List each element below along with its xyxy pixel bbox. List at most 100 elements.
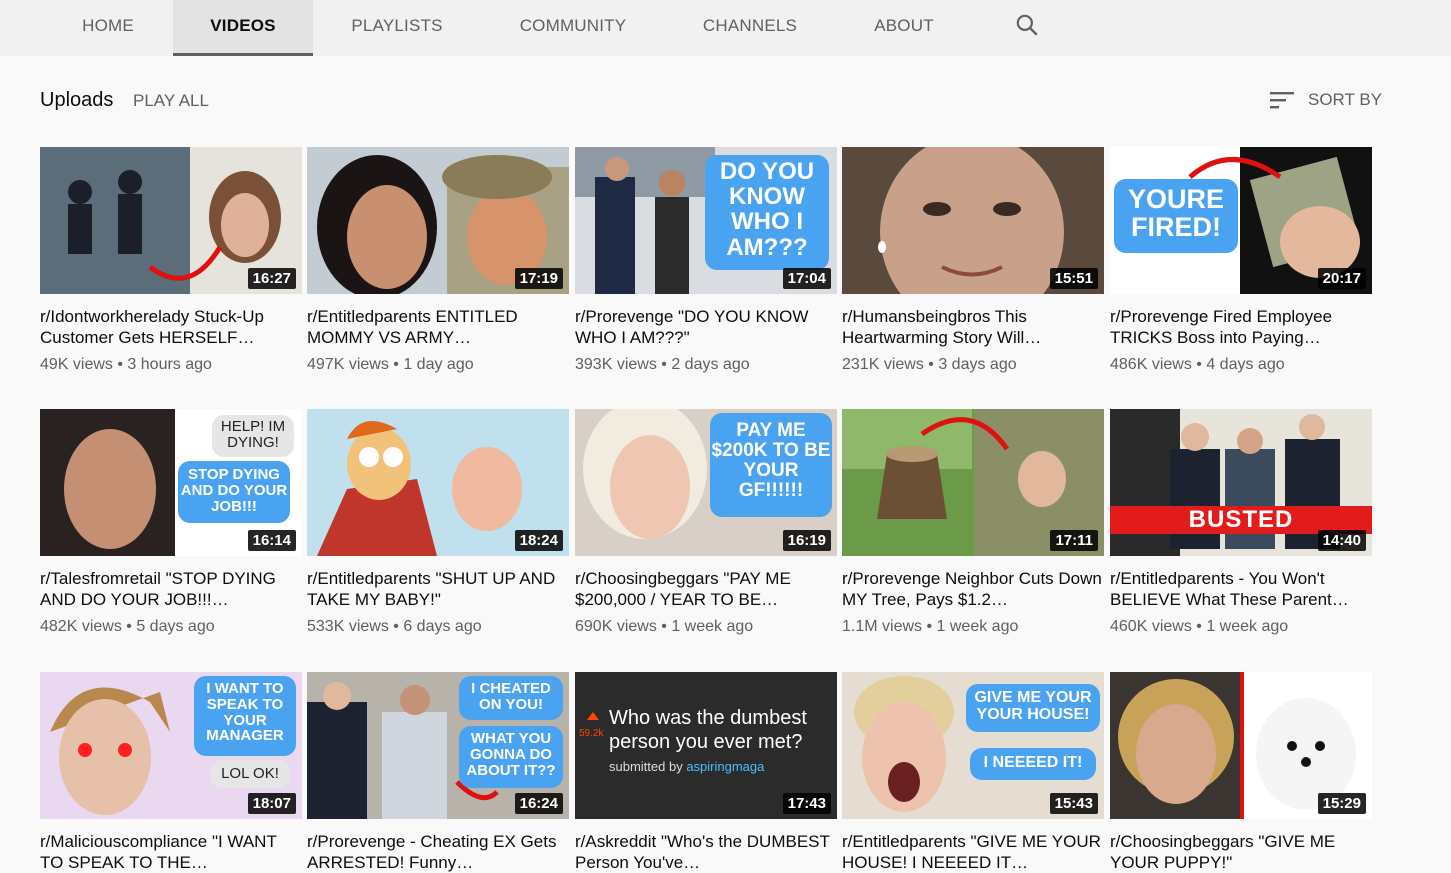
upload-age: 1 week ago xyxy=(1206,618,1289,635)
video-title[interactable]: r/Idontworkherelady Stuck-Up Customer Ge… xyxy=(40,306,302,348)
view-count: 49K views xyxy=(40,356,113,373)
video-title[interactable]: r/Entitledparents "GIVE ME YOUR HOUSE! I… xyxy=(842,831,1104,873)
video-card: 18:24 r/Entitledparents "SHUT UP AND TAK… xyxy=(307,409,569,636)
video-thumbnail[interactable]: 15:29 xyxy=(1110,672,1372,819)
video-thumbnail[interactable]: 59.2k Who was the dumbest person you eve… xyxy=(575,672,837,819)
speech-bubble: WHAT YOU GONNA DO ABOUT IT?? xyxy=(459,726,563,788)
video-title[interactable]: r/Entitledparents "SHUT UP AND TAKE MY B… xyxy=(307,568,569,610)
speech-bubble: I NEEEED IT! xyxy=(970,748,1096,780)
speech-bubble: GIVE ME YOUR YOUR HOUSE! xyxy=(966,684,1100,732)
video-thumbnail[interactable]: 15:51 xyxy=(842,147,1104,294)
upload-age: 3 days ago xyxy=(938,356,1017,373)
video-card: GIVE ME YOUR YOUR HOUSE! I NEEEED IT! 15… xyxy=(842,672,1104,873)
tab-videos[interactable]: VIDEOS xyxy=(173,0,313,56)
uploads-title: Uploads xyxy=(40,89,114,111)
speech-bubble: YOURE FIRED! xyxy=(1114,179,1238,253)
video-thumbnail[interactable]: HELP! IM DYING! STOP DYING AND DO YOUR J… xyxy=(40,409,302,556)
video-thumbnail[interactable]: 18:24 xyxy=(307,409,569,556)
upload-age: 1 day ago xyxy=(403,356,474,373)
video-meta: 533K views • 6 days ago xyxy=(307,618,482,635)
view-count: 497K views xyxy=(307,356,389,373)
duration-badge: 17:19 xyxy=(514,268,563,289)
video-thumbnail[interactable]: I WANT TO SPEAK TO YOUR MANAGER LOL OK! … xyxy=(40,672,302,819)
tab-home[interactable]: HOME xyxy=(60,0,156,56)
video-title[interactable]: r/Choosingbeggars "PAY ME $200,000 / YEA… xyxy=(575,568,837,610)
video-thumbnail[interactable]: BUSTED 14:40 xyxy=(1110,409,1372,556)
duration-badge: 15:43 xyxy=(1049,793,1098,814)
video-meta: 460K views • 1 week ago xyxy=(1110,618,1289,635)
video-card: YOURE FIRED! 20:17 r/Prorevenge Fired Em… xyxy=(1110,147,1372,374)
sort-by-button[interactable]: SORT BY xyxy=(1308,90,1382,110)
sort-icon[interactable] xyxy=(1270,90,1296,110)
video-meta: 49K views • 3 hours ago xyxy=(40,356,212,373)
video-card: PAY ME $200K TO BE YOUR GF!!!!!! 16:19 r… xyxy=(575,409,837,636)
video-title[interactable]: r/Prorevenge "DO YOU KNOW WHO I AM???" xyxy=(575,306,837,348)
tab-community[interactable]: COMMUNITY xyxy=(500,0,646,56)
tab-channels[interactable]: CHANNELS xyxy=(684,0,816,56)
upload-age: 2 days ago xyxy=(671,356,750,373)
submitted-label: submitted by xyxy=(609,759,683,774)
video-title[interactable]: r/Choosingbeggars "GIVE ME YOUR PUPPY!" xyxy=(1110,831,1372,873)
reddit-submitter: submitted by aspiringmaga xyxy=(609,759,764,774)
upload-age: 4 days ago xyxy=(1206,356,1285,373)
speech-bubble: I WANT TO SPEAK TO YOUR MANAGER xyxy=(194,676,296,756)
speech-bubble: PAY ME $200K TO BE YOUR GF!!!!!! xyxy=(710,413,832,517)
speech-bubble: DO YOU KNOW WHO I AM??? xyxy=(705,155,829,270)
view-count: 1.1M views xyxy=(842,618,923,635)
speech-bubble: HELP! IM DYING! xyxy=(212,415,294,457)
duration-badge: 16:27 xyxy=(247,268,296,289)
search-icon[interactable] xyxy=(1014,12,1040,38)
video-card: I CHEATED ON YOU! WHAT YOU GONNA DO ABOU… xyxy=(307,672,569,873)
video-thumbnail[interactable]: DO YOU KNOW WHO I AM??? 17:04 xyxy=(575,147,837,294)
video-thumbnail[interactable]: GIVE ME YOUR YOUR HOUSE! I NEEEED IT! 15… xyxy=(842,672,1104,819)
view-count: 482K views xyxy=(40,618,122,635)
duration-badge: 16:24 xyxy=(514,793,563,814)
video-meta: 393K views • 2 days ago xyxy=(575,356,750,373)
video-card: 17:19 r/Entitledparents ENTITLED MOMMY V… xyxy=(307,147,569,374)
video-title[interactable]: r/Maliciouscompliance "I WANT TO SPEAK T… xyxy=(40,831,302,873)
video-card: 15:29 r/Choosingbeggars "GIVE ME YOUR PU… xyxy=(1110,672,1372,873)
video-title[interactable]: r/Prorevenge Neighbor Cuts Down MY Tree,… xyxy=(842,568,1104,610)
reddit-score: 59.2k xyxy=(579,728,604,739)
duration-badge: 17:04 xyxy=(782,268,831,289)
video-thumbnail[interactable]: 16:27 xyxy=(40,147,302,294)
tab-playlists[interactable]: PLAYLISTS xyxy=(333,0,461,56)
submitter-name: aspiringmaga xyxy=(686,759,765,774)
video-thumbnail[interactable]: 17:19 xyxy=(307,147,569,294)
duration-badge: 15:29 xyxy=(1317,793,1366,814)
duration-badge: 20:17 xyxy=(1317,268,1366,289)
video-card: 17:11 r/Prorevenge Neighbor Cuts Down MY… xyxy=(842,409,1104,636)
duration-badge: 15:51 xyxy=(1049,268,1098,289)
duration-badge: 16:19 xyxy=(782,530,831,551)
video-meta: 690K views • 1 week ago xyxy=(575,618,754,635)
video-thumbnail[interactable]: YOURE FIRED! 20:17 xyxy=(1110,147,1372,294)
speech-bubble: STOP DYING AND DO YOUR JOB!!! xyxy=(178,461,290,523)
duration-badge: 14:40 xyxy=(1317,530,1366,551)
view-count: 231K views xyxy=(842,356,924,373)
video-card: BUSTED 14:40 r/Entitledparents - You Won… xyxy=(1110,409,1372,636)
video-title[interactable]: r/Askreddit "Who's the DUMBEST Person Yo… xyxy=(575,831,837,873)
video-thumbnail[interactable]: I CHEATED ON YOU! WHAT YOU GONNA DO ABOU… xyxy=(307,672,569,819)
video-meta: 1.1M views • 1 week ago xyxy=(842,618,1019,635)
video-card: HELP! IM DYING! STOP DYING AND DO YOUR J… xyxy=(40,409,302,636)
video-card: 59.2k Who was the dumbest person you eve… xyxy=(575,672,837,873)
upvote-icon xyxy=(587,712,599,720)
video-thumbnail[interactable]: 17:11 xyxy=(842,409,1104,556)
upload-age: 5 days ago xyxy=(136,618,215,635)
video-title[interactable]: r/Prorevenge Fired Employee TRICKS Boss … xyxy=(1110,306,1372,348)
play-all-button[interactable]: PLAY ALL xyxy=(133,91,209,111)
video-title[interactable]: r/Entitledparents ENTITLED MOMMY VS ARMY… xyxy=(307,306,569,348)
tab-about[interactable]: ABOUT xyxy=(858,0,950,56)
speech-bubble: LOL OK! xyxy=(210,760,290,788)
video-title[interactable]: r/Talesfromretail "STOP DYING AND DO YOU… xyxy=(40,568,302,610)
video-card: I WANT TO SPEAK TO YOUR MANAGER LOL OK! … xyxy=(40,672,302,873)
video-thumbnail[interactable]: PAY ME $200K TO BE YOUR GF!!!!!! 16:19 xyxy=(575,409,837,556)
duration-badge: 17:43 xyxy=(782,793,831,814)
duration-badge: 18:07 xyxy=(247,793,296,814)
video-card: 15:51 r/Humansbeingbros This Heartwarmin… xyxy=(842,147,1104,374)
duration-badge: 16:14 xyxy=(247,530,296,551)
video-title[interactable]: r/Entitledparents - You Won't BELIEVE Wh… xyxy=(1110,568,1372,610)
video-title[interactable]: r/Humansbeingbros This Heartwarming Stor… xyxy=(842,306,1104,348)
reddit-question: Who was the dumbest person you ever met? xyxy=(609,707,807,753)
video-title[interactable]: r/Prorevenge - Cheating EX Gets ARRESTED… xyxy=(307,831,569,873)
